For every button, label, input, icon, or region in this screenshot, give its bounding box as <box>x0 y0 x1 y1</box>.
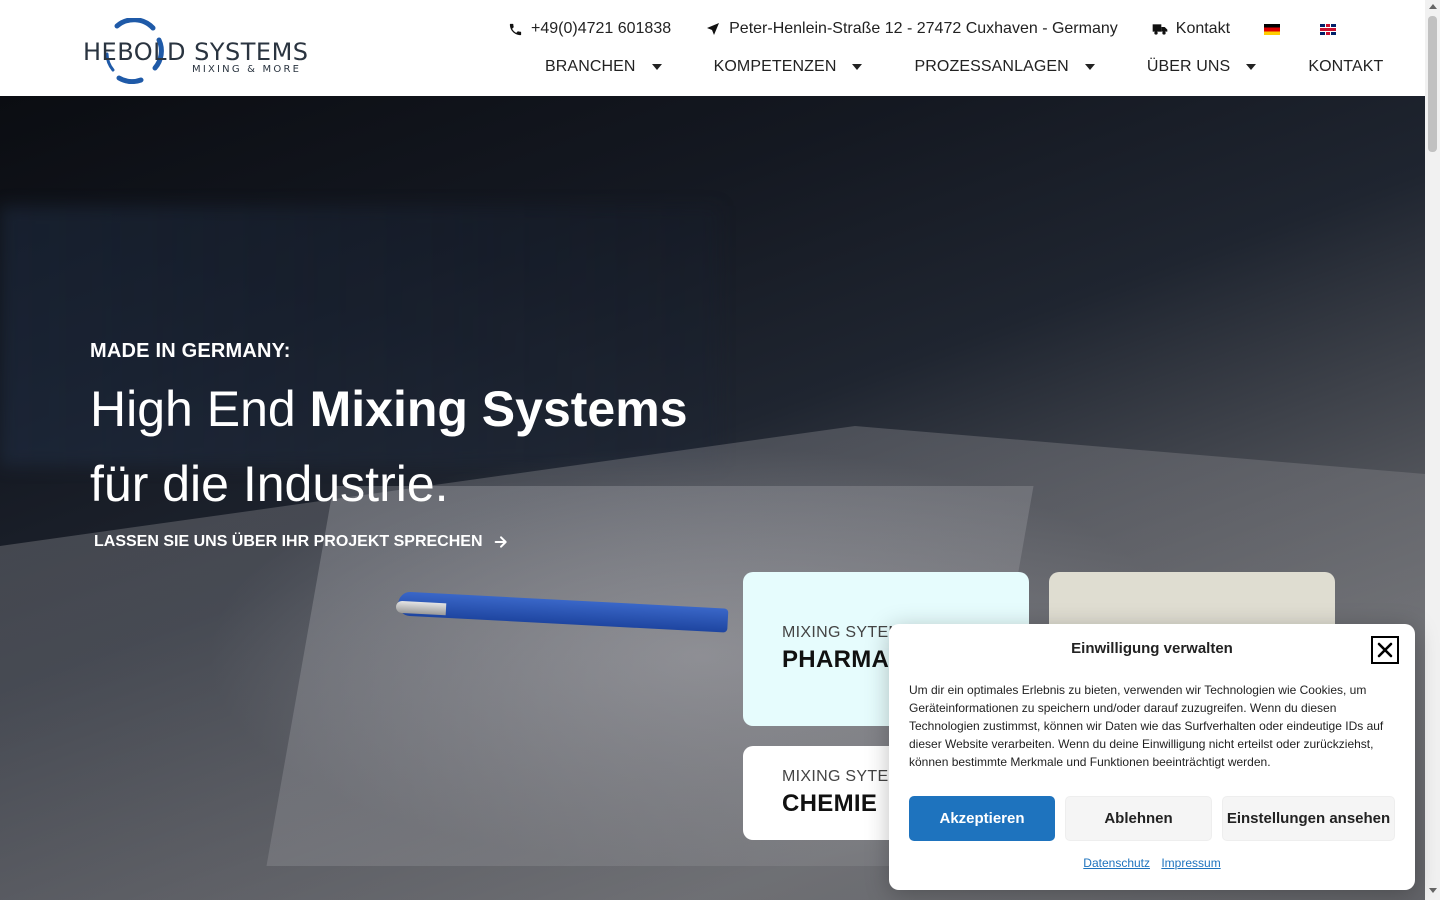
caret-down-icon <box>1084 64 1095 70</box>
german-flag-icon[interactable] <box>1264 23 1281 35</box>
caret-down-icon <box>651 64 662 70</box>
privacy-link[interactable]: Datenschutz <box>1083 856 1150 870</box>
settings-button[interactable]: Einstellungen ansehen <box>1222 796 1395 841</box>
nav-kompetenzen[interactable]: KOMPETENZEN <box>714 58 863 76</box>
contact-label: Kontakt <box>1175 20 1231 37</box>
caret-down-icon <box>852 64 863 70</box>
truck-contact-icon <box>1152 24 1168 35</box>
consent-links: Datenschutz Impressum <box>889 856 1415 870</box>
main-navigation: BRANCHEN KOMPETENZEN PROZESSANLAGEN ÜBER… <box>545 58 1383 76</box>
nav-prozessanlagen[interactable]: PROZESSANLAGEN <box>914 58 1095 76</box>
scroll-thumb[interactable] <box>1428 16 1437 152</box>
phone-link[interactable]: +49(0)4721 601838 <box>508 20 671 38</box>
phone-number: +49(0)4721 601838 <box>531 20 672 37</box>
nav-ueber-uns[interactable]: ÜBER UNS <box>1147 58 1257 76</box>
address-text: Peter-Henlein-Straße 12 - 27472 Cuxhaven… <box>729 20 1118 37</box>
close-icon <box>1377 642 1393 658</box>
project-cta-link[interactable]: LASSEN SIE UNS ÜBER IHR PROJEKT SPRECHEN <box>94 533 509 551</box>
consent-close-button[interactable] <box>1371 636 1399 664</box>
imprint-link[interactable]: Impressum <box>1161 856 1220 870</box>
hero-kicker: MADE IN GERMANY: <box>90 340 291 362</box>
page-scrollbar[interactable] <box>1425 0 1440 900</box>
arrow-right-icon <box>494 536 507 548</box>
scroll-up-icon[interactable] <box>1428 4 1437 9</box>
caret-down-icon <box>1246 64 1257 70</box>
accept-button[interactable]: Akzeptieren <box>909 796 1055 841</box>
brand-name: HEBOLD SYSTEMS <box>83 38 309 66</box>
nav-branchen[interactable]: BRANCHEN <box>545 58 662 76</box>
top-contact-bar: +49(0)4721 601838 Peter-Henlein-Straße 1… <box>508 18 1376 40</box>
location-arrow-icon <box>707 23 720 35</box>
brand-tagline: MIXING & MORE <box>192 64 302 75</box>
scroll-down-icon[interactable] <box>1428 888 1437 893</box>
cookie-consent-dialog: Einwilligung verwalten Um dir ein optima… <box>889 624 1415 890</box>
nav-kontakt[interactable]: KONTAKT <box>1308 58 1383 76</box>
brand-logo[interactable]: HEBOLD SYSTEMS MIXING & MORE <box>83 18 313 84</box>
consent-text: Um dir ein optimales Erlebnis zu bieten,… <box>909 683 1384 769</box>
consent-title: Einwilligung verwalten <box>1071 640 1233 657</box>
hero-title: High End Mixing Systems für die Industri… <box>90 381 688 512</box>
english-flag-icon[interactable] <box>1320 23 1337 35</box>
phone-icon <box>509 23 522 35</box>
background-pen-tip <box>395 600 447 616</box>
address-link[interactable]: Peter-Henlein-Straße 12 - 27472 Cuxhaven… <box>705 20 1118 38</box>
contact-link[interactable]: Kontakt <box>1152 20 1230 38</box>
site-header: HEBOLD SYSTEMS MIXING & MORE +49(0)4721 … <box>0 0 1425 96</box>
deny-button[interactable]: Ablehnen <box>1065 796 1212 841</box>
